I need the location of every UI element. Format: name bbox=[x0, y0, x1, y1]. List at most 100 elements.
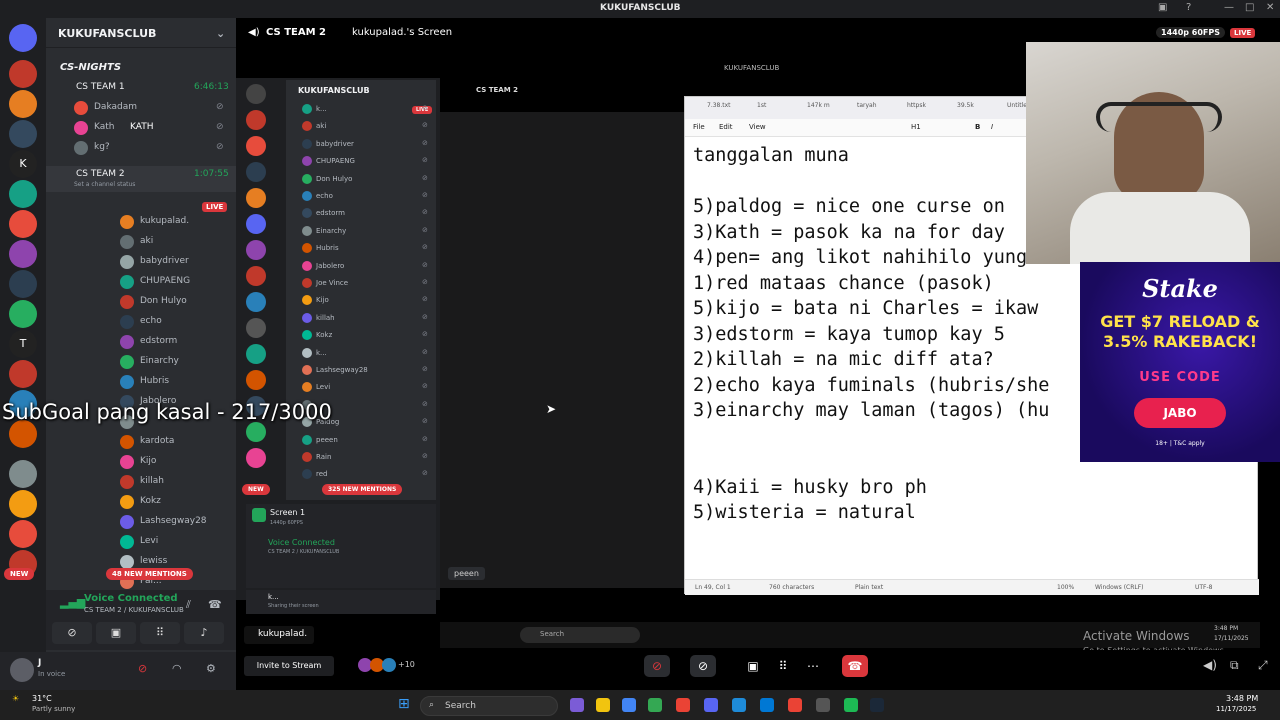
chrome-icon[interactable] bbox=[648, 698, 662, 712]
inner-screen-panel: Screen 1 1440p 60FPS bbox=[246, 504, 436, 534]
mic-toggle[interactable]: ⊘ bbox=[644, 655, 670, 677]
inner-new[interactable]: NEW bbox=[242, 484, 270, 495]
italic-button[interactable]: I bbox=[991, 123, 993, 131]
inner-member: aki ⊘ bbox=[286, 118, 436, 135]
taskbar-search[interactable]: ⌕ Search bbox=[420, 696, 558, 716]
new-badge[interactable]: NEW bbox=[4, 568, 35, 580]
inner-server-name: KUKUFANSCLUB bbox=[298, 86, 370, 95]
notepad-tab[interactable]: 147k m bbox=[807, 102, 830, 109]
screenshare-button[interactable]: ▣ bbox=[96, 622, 136, 644]
video-button[interactable]: ⊘ bbox=[52, 622, 92, 644]
inner-vc-channel: CS TEAM 2 / KUKUFANSCLUB bbox=[268, 549, 340, 555]
discord-icon[interactable] bbox=[704, 698, 718, 712]
app-icon[interactable] bbox=[844, 698, 858, 712]
chevron-down-icon[interactable]: ⌄ bbox=[216, 27, 225, 40]
notepad-tab[interactable]: 39.5k bbox=[957, 102, 974, 109]
webcam-feed bbox=[1026, 42, 1280, 264]
notepad-tab[interactable]: 1st bbox=[757, 102, 766, 109]
avatar[interactable] bbox=[10, 658, 34, 682]
clock-date[interactable]: 11/17/2025 bbox=[1216, 705, 1256, 713]
signal-icon[interactable]: ▂▄▆ bbox=[60, 596, 85, 609]
volume-icon[interactable]: ◀) bbox=[1203, 658, 1217, 672]
menu-view[interactable]: View bbox=[749, 123, 766, 131]
activities-toggle[interactable]: ⠿ bbox=[770, 655, 796, 677]
clock-time[interactable]: 3:48 PM bbox=[1226, 694, 1258, 703]
menu-edit[interactable]: Edit bbox=[719, 123, 733, 131]
invite-button[interactable]: Invite to Stream bbox=[244, 656, 334, 676]
server-icon[interactable] bbox=[9, 180, 37, 208]
minimize-button[interactable]: — bbox=[1224, 2, 1234, 13]
activities-button[interactable]: ⠿ bbox=[140, 622, 180, 644]
soundboard-button[interactable]: ♪ bbox=[184, 622, 224, 644]
notepad-tab[interactable]: Untitle bbox=[1007, 102, 1027, 109]
channel-cs-nights[interactable]: CS-NIGHTS bbox=[46, 58, 236, 78]
maximize-button[interactable]: □ bbox=[1245, 2, 1254, 13]
inner-server-icon bbox=[246, 240, 266, 260]
help-icon[interactable]: ? bbox=[1186, 2, 1191, 13]
voice-channel-team1[interactable]: CS TEAM 1 6:46:13 bbox=[46, 78, 236, 98]
inner-member: Kokz ⊘ bbox=[286, 327, 436, 344]
notepad-text[interactable]: tanggalan muna 5)paldog = nice one curse… bbox=[693, 143, 1049, 526]
server-header[interactable]: KUKUFANSCLUB ⌄ bbox=[46, 18, 236, 48]
mentions-pill[interactable]: 48 NEW MENTIONS bbox=[106, 568, 193, 580]
chrome-icon[interactable] bbox=[622, 698, 636, 712]
inner-mentions[interactable]: 325 NEW MENTIONS bbox=[322, 484, 403, 495]
disconnect-icon[interactable]: ☎ bbox=[208, 598, 222, 611]
server-icon[interactable] bbox=[9, 300, 37, 328]
notepad-tab[interactable]: httpsk bbox=[907, 102, 926, 109]
server-icon[interactable] bbox=[9, 210, 37, 238]
voice-member[interactable]: kg? ⊘ bbox=[46, 138, 236, 158]
server-icon[interactable] bbox=[9, 270, 37, 298]
server-icon[interactable] bbox=[9, 90, 37, 118]
server-icon[interactable] bbox=[9, 490, 37, 518]
inner-server-icon bbox=[246, 162, 266, 182]
server-icon[interactable] bbox=[9, 60, 37, 88]
inner-member: Don Hulyo ⊘ bbox=[286, 171, 436, 188]
bold-button[interactable]: B bbox=[975, 123, 980, 131]
inner-user-sub: Sharing their screen bbox=[268, 603, 319, 609]
taskbar-app-icon[interactable] bbox=[570, 698, 584, 712]
viewer-count[interactable]: +10 bbox=[398, 660, 415, 669]
voice-member[interactable]: Kath KATH ⊘ bbox=[46, 118, 236, 138]
server-icon[interactable] bbox=[9, 460, 37, 488]
notepad-tab[interactable]: 7.38.txt bbox=[707, 102, 731, 109]
discord-home-icon[interactable] bbox=[9, 24, 37, 52]
mic-muted-icon[interactable]: ⊘ bbox=[138, 662, 147, 675]
folder-icon[interactable] bbox=[596, 698, 610, 712]
viewer-avatar[interactable] bbox=[382, 658, 396, 672]
leave-call-button[interactable]: ☎ bbox=[842, 655, 868, 677]
headset-icon[interactable]: ◠ bbox=[172, 662, 182, 675]
weather-temp: 31°C bbox=[32, 694, 52, 703]
server-icon[interactable] bbox=[9, 120, 37, 148]
app-icon[interactable] bbox=[732, 698, 746, 712]
chrome-icon[interactable] bbox=[676, 698, 690, 712]
popout-icon[interactable]: ⧉ bbox=[1230, 658, 1239, 673]
gear-icon[interactable]: ⚙ bbox=[206, 662, 216, 675]
heading-dropdown[interactable]: H1 bbox=[911, 123, 921, 131]
notepad-tab[interactable]: taryah bbox=[857, 102, 877, 109]
screenshare-toggle[interactable]: ▣ bbox=[740, 655, 766, 677]
app-icon[interactable] bbox=[816, 698, 830, 712]
start-icon[interactable]: ⊞ bbox=[398, 696, 410, 712]
close-button[interactable]: ✕ bbox=[1266, 2, 1274, 13]
menu-file[interactable]: File bbox=[693, 123, 705, 131]
app-icon[interactable] bbox=[760, 698, 774, 712]
chrome-icon[interactable] bbox=[788, 698, 802, 712]
server-icon[interactable] bbox=[9, 240, 37, 268]
server-icon[interactable] bbox=[9, 420, 37, 448]
steam-icon[interactable] bbox=[870, 698, 884, 712]
server-icon[interactable] bbox=[9, 520, 37, 548]
noise-icon[interactable]: ⫽ bbox=[186, 598, 191, 612]
title-bar: KUKUFANSCLUB ▣ ? — □ ✕ bbox=[0, 0, 1280, 18]
more-options[interactable]: ⋯ bbox=[800, 655, 826, 677]
inner-member: Einarchy ⊘ bbox=[286, 223, 436, 240]
fullscreen-icon[interactable]: ⤢ bbox=[1258, 658, 1268, 673]
camera-toggle[interactable]: ⊘ bbox=[690, 655, 716, 677]
server-icon[interactable] bbox=[9, 360, 37, 388]
voice-member[interactable]: Dakadam ⊘ bbox=[46, 98, 236, 118]
stake-ad: Stake GET $7 RELOAD & 3.5% RAKEBACK! USE… bbox=[1080, 262, 1280, 462]
voice-channel-team2[interactable]: CS TEAM 2 Set a channel status 1:07:55 bbox=[46, 166, 236, 192]
inbox-icon[interactable]: ▣ bbox=[1158, 2, 1167, 13]
user-name: J bbox=[38, 658, 42, 668]
person-shirt bbox=[1070, 192, 1250, 264]
